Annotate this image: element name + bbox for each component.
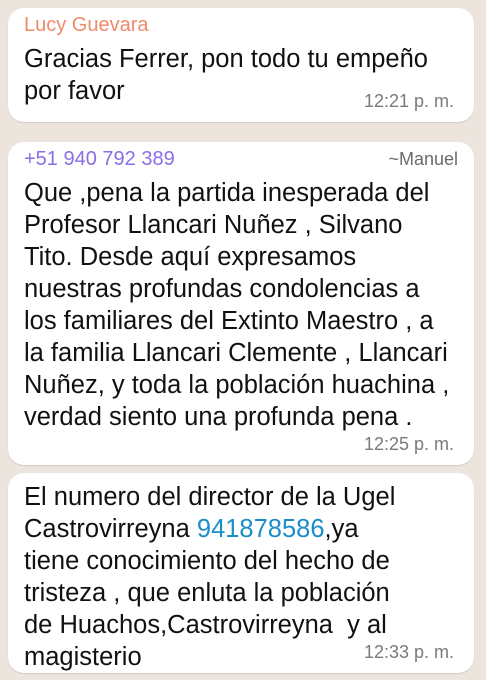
sender-name[interactable]: Lucy Guevara	[24, 14, 458, 37]
message-timestamp: 12:33 p. m.	[363, 642, 454, 662]
message-text: Que ,pena la partida inesperada del Prof…	[24, 179, 450, 431]
message-timestamp: 12:25 p. m.	[363, 434, 454, 454]
message-bubble-1[interactable]: Lucy Guevara Gracias Ferrer, pon todo tu…	[8, 8, 474, 122]
message-bubble-2[interactable]: +51 940 792 389 ~Manuel Que ,pena la par…	[8, 142, 474, 465]
message-bubble-3[interactable]: El numero del director de la Ugel Castro…	[8, 473, 474, 673]
phone-number-link[interactable]: 941878586	[197, 515, 325, 543]
message-timestamp: 12:21 p. m.	[363, 91, 454, 111]
sender-alias: ~Manuel	[388, 149, 458, 169]
sender-phone[interactable]: +51 940 792 389	[24, 148, 175, 171]
